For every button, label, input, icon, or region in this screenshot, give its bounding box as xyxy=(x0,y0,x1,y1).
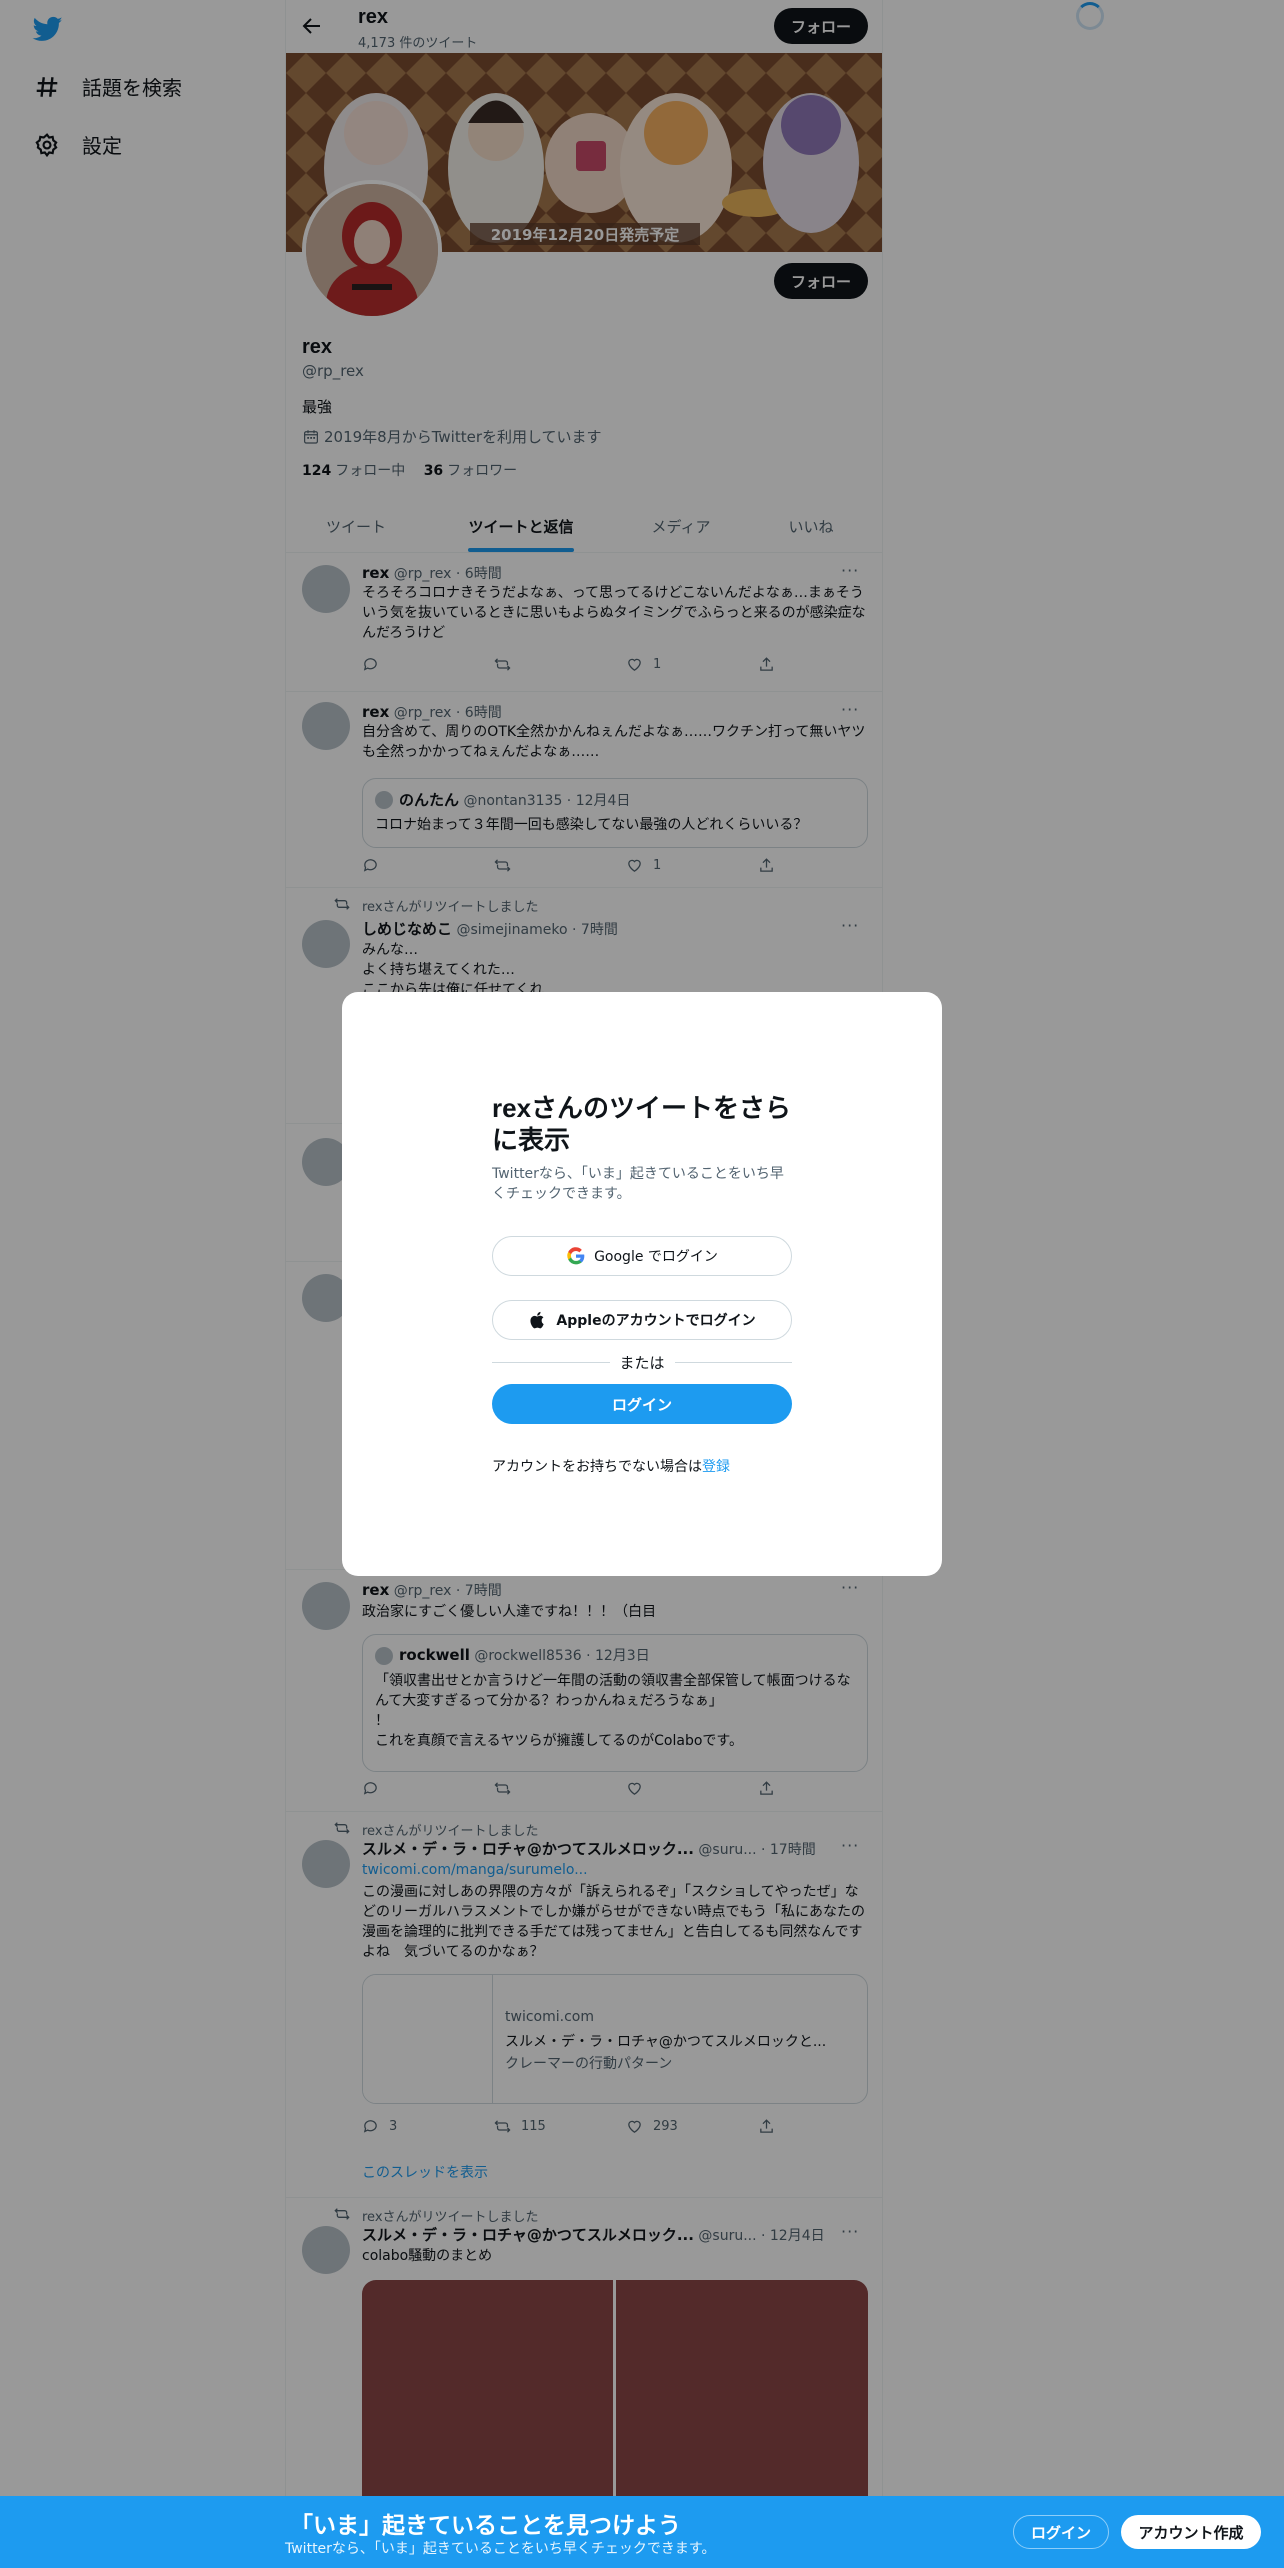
apple-icon xyxy=(530,1311,545,1329)
google-icon xyxy=(567,1247,585,1265)
or-divider: または xyxy=(492,1352,793,1372)
login-modal: rexさんのツイートをさらに表示 Twitterなら、「いま」起きていることをい… xyxy=(342,992,942,1576)
or-label: または xyxy=(619,1353,665,1372)
apple-login-label: Appleのアカウントでログイン xyxy=(556,1313,756,1329)
signup-prompt-text: アカウントをお持ちでない場合は xyxy=(492,1459,702,1475)
bottom-bar-subtitle: Twitterなら、「いま」起きていることをいち早くチェックできます。 xyxy=(285,2541,716,2557)
modal-title: rexさんのツイートをさらに表示 xyxy=(492,1093,792,1155)
bottom-signup-bar: 「いま」起きていることを見つけよう Twitterなら、「いま」起きていることを… xyxy=(0,2496,1284,2568)
app-root: 話題を検索 設定 rex 4,173 件のツイート フォロー 2019年12月2… xyxy=(0,0,1284,2568)
bottom-signup-button[interactable]: アカウント作成 xyxy=(1121,2515,1261,2549)
modal-subtitle: Twitterなら、「いま」起きていることをいち早くチェックできます。 xyxy=(492,1166,784,1202)
google-login-label: Google でログイン xyxy=(594,1249,718,1265)
bottom-login-button[interactable]: ログイン xyxy=(1013,2515,1109,2549)
bottom-bar-title: 「いま」起きていることを見つけよう xyxy=(290,2512,681,2538)
signup-prompt: アカウントをお持ちでない場合は登録 xyxy=(492,1456,730,1476)
apple-login-button[interactable]: Appleのアカウントでログイン xyxy=(492,1300,792,1340)
login-button[interactable]: ログイン xyxy=(492,1384,792,1424)
google-login-button[interactable]: Google でログイン xyxy=(492,1236,792,1276)
signup-link[interactable]: 登録 xyxy=(702,1459,730,1475)
